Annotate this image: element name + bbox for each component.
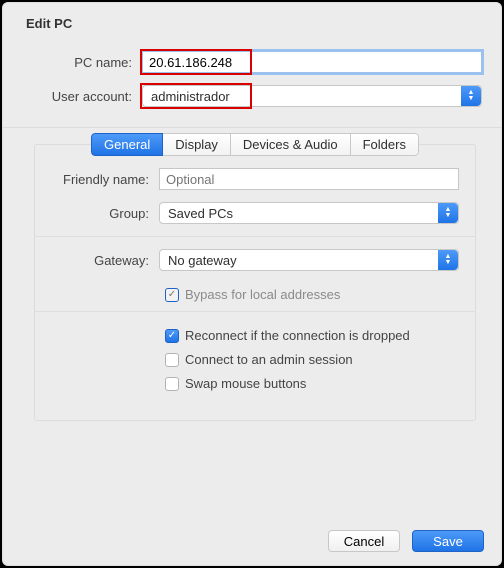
select-arrows-icon bbox=[461, 86, 481, 106]
user-account-select[interactable]: administrador bbox=[142, 85, 482, 107]
reconnect-checkbox-row: ✓ Reconnect if the connection is dropped bbox=[35, 324, 475, 348]
pc-name-label: PC name: bbox=[22, 55, 142, 70]
friendly-name-label: Friendly name: bbox=[51, 172, 159, 187]
pc-name-input[interactable] bbox=[142, 51, 482, 73]
bypass-label: Bypass for local addresses bbox=[185, 285, 340, 305]
gateway-value: No gateway bbox=[168, 253, 458, 268]
tab-devices[interactable]: Devices & Audio bbox=[231, 133, 351, 156]
group-label: Group: bbox=[51, 206, 159, 221]
user-account-label: User account: bbox=[22, 89, 142, 104]
top-form: PC name: User account: administrador bbox=[2, 37, 502, 128]
user-account-value: administrador bbox=[151, 89, 481, 104]
dialog-title: Edit PC bbox=[2, 2, 502, 37]
dialog-footer: Cancel Save bbox=[328, 530, 484, 552]
swap-mouse-checkbox-row: Swap mouse buttons bbox=[35, 372, 475, 396]
admin-session-label: Connect to an admin session bbox=[185, 350, 353, 370]
divider bbox=[35, 236, 475, 237]
save-button[interactable]: Save bbox=[412, 530, 484, 552]
tab-general[interactable]: General bbox=[91, 133, 163, 156]
bypass-checkbox-row: ✓ Bypass for local addresses bbox=[35, 283, 475, 307]
tabs: General Display Devices & Audio Folders bbox=[91, 133, 419, 156]
gateway-select[interactable]: No gateway bbox=[159, 249, 459, 271]
reconnect-checkbox[interactable]: ✓ bbox=[165, 329, 179, 343]
group-select[interactable]: Saved PCs bbox=[159, 202, 459, 224]
admin-session-checkbox[interactable] bbox=[165, 353, 179, 367]
gateway-label: Gateway: bbox=[51, 253, 159, 268]
friendly-name-input[interactable] bbox=[159, 168, 459, 190]
tab-folders[interactable]: Folders bbox=[351, 133, 419, 156]
settings-panel: General Display Devices & Audio Folders … bbox=[34, 144, 476, 421]
select-arrows-icon bbox=[438, 203, 458, 223]
admin-session-checkbox-row: Connect to an admin session bbox=[35, 348, 475, 372]
group-value: Saved PCs bbox=[168, 206, 458, 221]
reconnect-label: Reconnect if the connection is dropped bbox=[185, 326, 410, 346]
cancel-button[interactable]: Cancel bbox=[328, 530, 400, 552]
swap-mouse-checkbox[interactable] bbox=[165, 377, 179, 391]
bypass-checkbox: ✓ bbox=[165, 288, 179, 302]
edit-pc-dialog: Edit PC PC name: User account: administr… bbox=[2, 2, 502, 566]
tab-display[interactable]: Display bbox=[163, 133, 231, 156]
select-arrows-icon bbox=[438, 250, 458, 270]
divider bbox=[35, 311, 475, 312]
swap-mouse-label: Swap mouse buttons bbox=[185, 374, 306, 394]
